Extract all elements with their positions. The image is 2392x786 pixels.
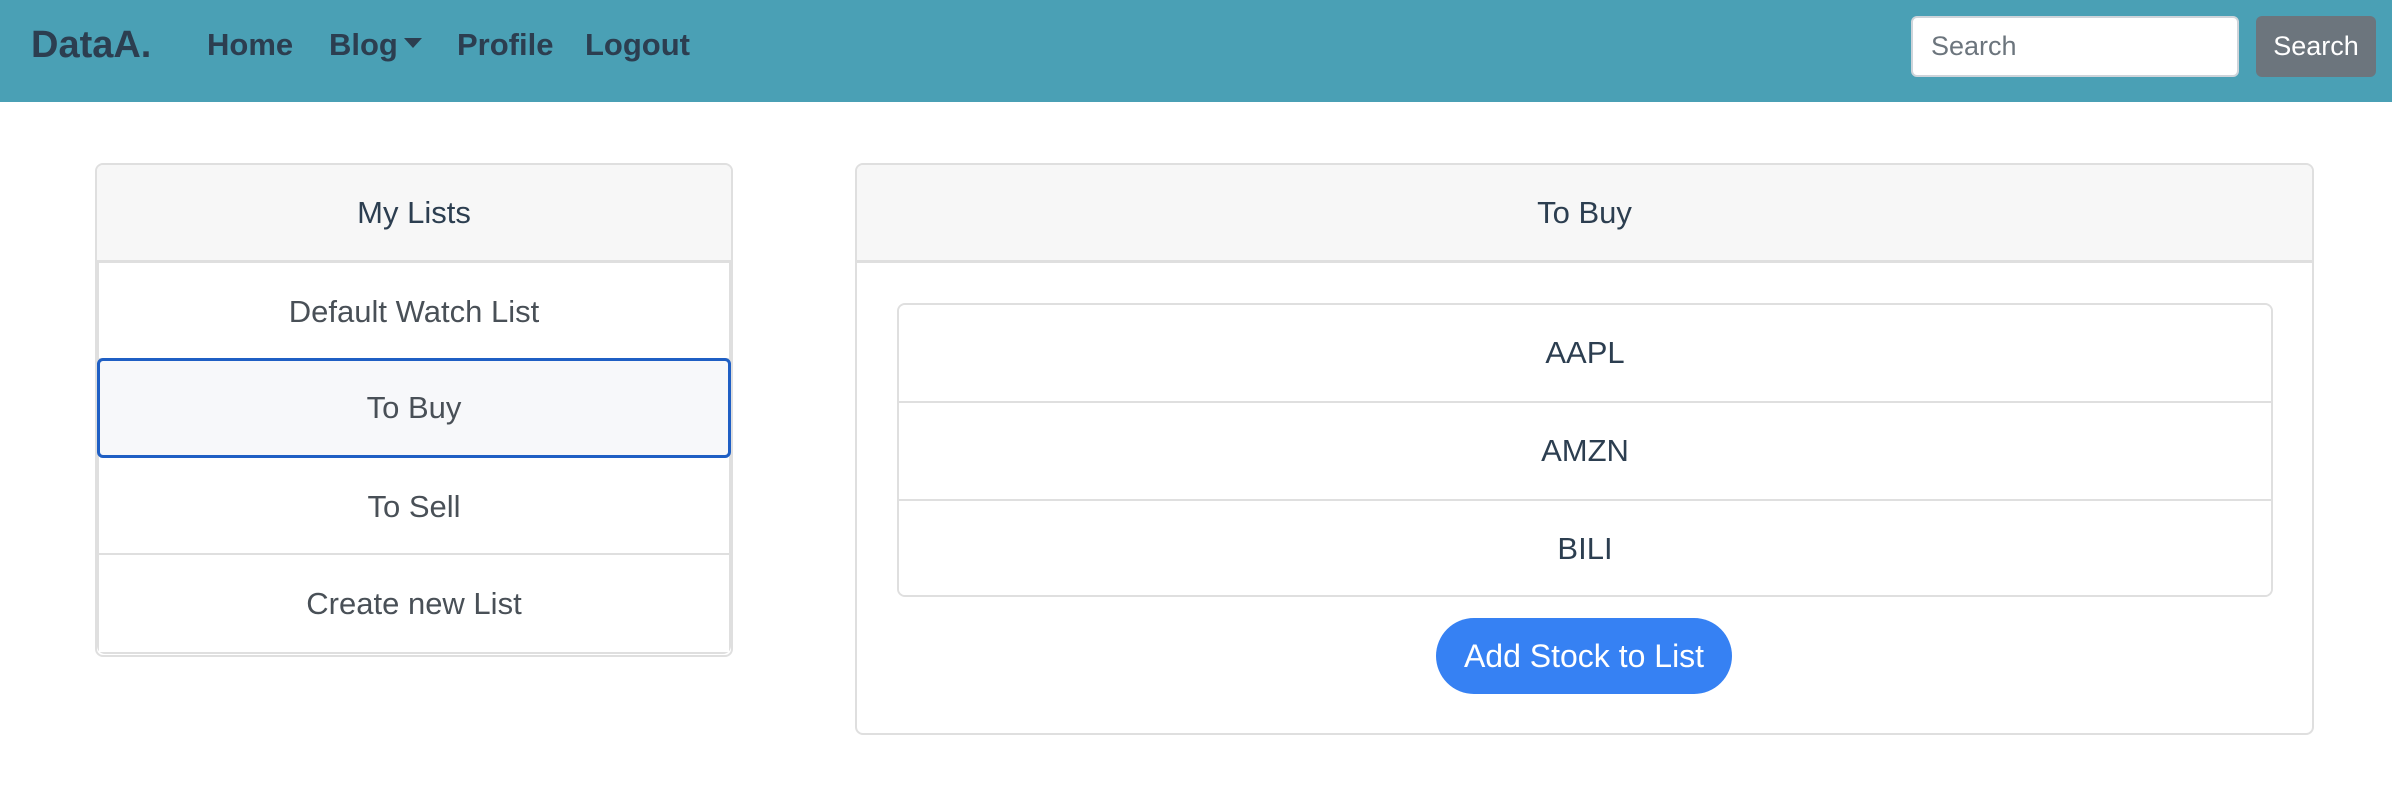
nav-link-blog[interactable]: Blog (329, 22, 422, 68)
list-item-to-sell[interactable]: To Sell (99, 458, 729, 555)
nav-link-profile[interactable]: Profile (457, 22, 553, 68)
stock-item[interactable]: AMZN (899, 403, 2271, 501)
list-item-default-watch-list[interactable]: Default Watch List (99, 263, 729, 360)
list-item-to-buy[interactable]: To Buy (97, 358, 731, 458)
create-new-list-button[interactable]: Create new List (99, 555, 729, 652)
my-lists-header: My Lists (97, 165, 731, 263)
caret-down-icon (403, 37, 422, 48)
stock-item[interactable]: AAPL (899, 305, 2271, 403)
list-detail-header: To Buy (857, 165, 2312, 263)
nav-link-home[interactable]: Home (207, 22, 293, 68)
search-button[interactable]: Search (2256, 16, 2376, 77)
search-input[interactable] (1911, 16, 2239, 77)
add-stock-button[interactable]: Add Stock to List (1436, 618, 1732, 694)
stock-list: AAPL AMZN BILI (897, 303, 2273, 597)
list-detail-card: To Buy AAPL AMZN BILI Add Stock to List (855, 163, 2314, 735)
my-lists-card: My Lists Default Watch List To Buy To Se… (95, 163, 733, 657)
navbar: DataA. Home Blog Profile Logout Search (0, 0, 2392, 102)
brand-logo[interactable]: DataA. (31, 20, 151, 70)
stock-item[interactable]: BILI (899, 501, 2271, 595)
my-lists-group: Default Watch List To Buy To Sell Create… (97, 263, 731, 654)
nav-link-logout[interactable]: Logout (585, 22, 690, 68)
nav-link-blog-label: Blog (329, 27, 398, 62)
